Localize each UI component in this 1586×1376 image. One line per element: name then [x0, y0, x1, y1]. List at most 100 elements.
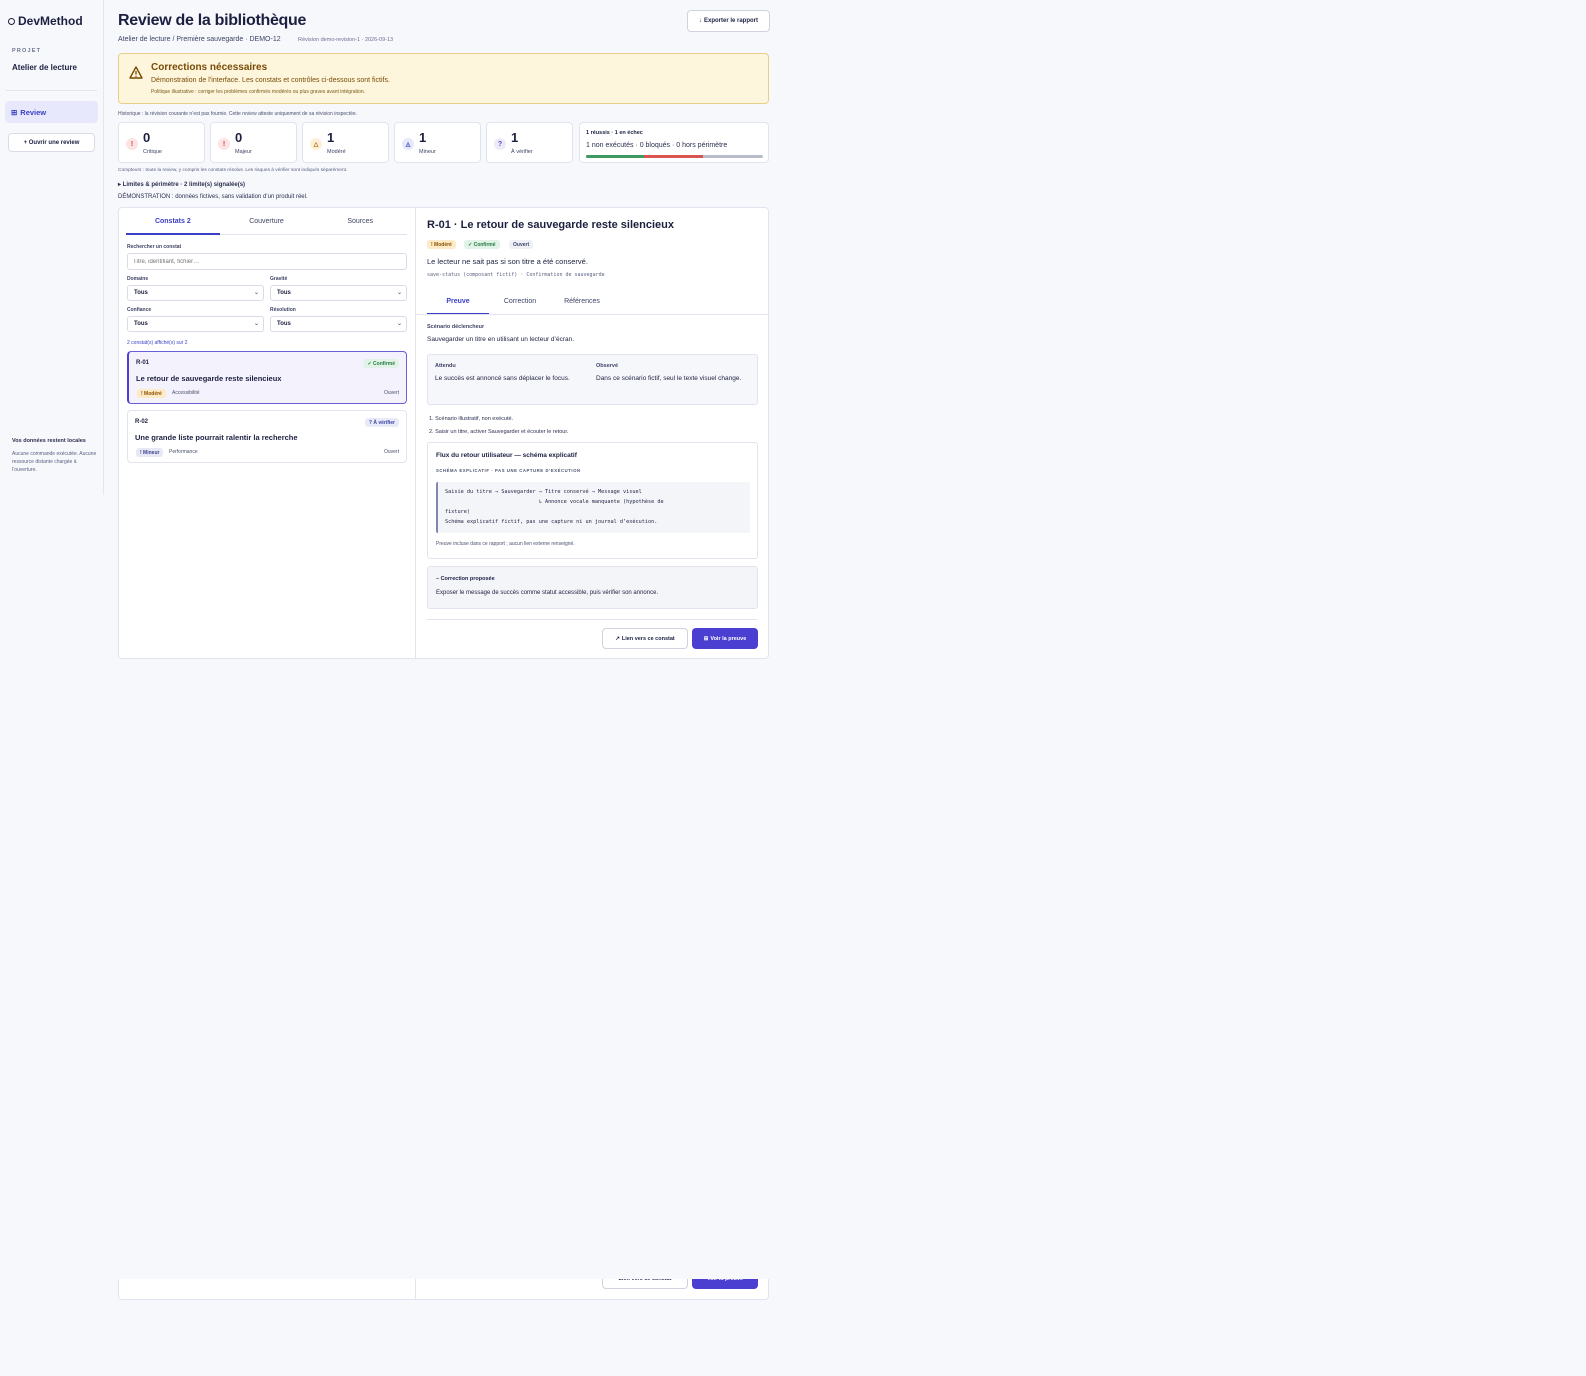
confidence-badge: ✓ Confirmé	[363, 359, 399, 368]
tests-fail-segment	[644, 155, 703, 158]
external-link-icon: ↗	[615, 635, 620, 642]
limits-toggle[interactable]: ▸ Limites & périmètre · 2 limite(s) sign…	[118, 181, 245, 188]
finding-detail-title: R-01 · Le retour de sauvegarde reste sil…	[427, 219, 674, 231]
view-proof-button[interactable]: ⊞ Voir la preuve	[692, 628, 758, 649]
observed-text: Dans ce scénario fictif, seul le texte v…	[596, 375, 742, 382]
chevron-down-icon: ⌄	[253, 321, 259, 327]
view-proof-button-clipped[interactable]: Voir la preuve	[692, 1279, 758, 1289]
moderate-icon: △	[310, 138, 322, 150]
flow-title: Flux du retour utilisateur — schéma expl…	[436, 452, 577, 459]
open-review-button[interactable]: + Ouvrir une review	[8, 133, 95, 152]
expected-observed-box: Attendu Le succès est annoncé sans dépla…	[427, 354, 758, 405]
step-item: 1. Scénario illustratif, non exécuté.	[429, 416, 514, 422]
search-input[interactable]	[127, 253, 407, 270]
question-icon: ?	[494, 138, 506, 150]
tab-correction[interactable]: Correction	[489, 288, 551, 314]
search-label: Rechercher un constat	[127, 244, 182, 250]
counters-note: Compteurs : toute la review, y compris l…	[118, 168, 348, 173]
severity-badge: ! Mineur	[136, 448, 164, 457]
panel-divider	[415, 1279, 416, 1299]
finding-status: Ouvert	[383, 390, 399, 396]
list-tabs: Constats 2 Couverture Sources	[126, 208, 407, 235]
alert-title: Corrections nécessaires	[151, 62, 268, 73]
stat-label: Modéré	[327, 149, 346, 155]
observed-label: Observé	[596, 363, 619, 369]
link-to-finding-button-clipped[interactable]: Lien vers ce constat	[602, 1279, 688, 1289]
finding-card-r02[interactable]: R-02 ? À vérifier Une grande liste pourr…	[127, 410, 407, 463]
severity-badge: ! Modéré	[427, 240, 456, 249]
tab-constats[interactable]: Constats 2	[126, 208, 220, 235]
logo-ring-icon	[8, 17, 15, 25]
filter-domaine-select[interactable]: Tous ⌄	[127, 285, 264, 301]
local-data-title: Vos données restent locales	[12, 438, 86, 444]
demo-note: DÉMONSTRATION : données fictives, sans v…	[118, 194, 308, 200]
sidebar-item-label: Review	[20, 107, 47, 117]
major-icon: !	[218, 138, 230, 150]
component-reference: save-status (composant fictif) · Confirm…	[427, 272, 605, 278]
tab-sources[interactable]: Sources	[313, 208, 407, 234]
sidebar-item-review[interactable]: ⊞ Review	[5, 101, 98, 123]
filter-label-gravite: Gravité	[270, 276, 288, 282]
finding-title: Une grande liste pourrait ralentir la re…	[135, 433, 298, 442]
review-panel: Constats 2 Couverture Sources Rechercher…	[118, 207, 769, 659]
chevron-down-icon: ⌄	[396, 321, 402, 327]
select-value: Tous	[277, 290, 291, 296]
project-label: PROJET	[12, 48, 42, 54]
app-name: DevMethod	[18, 14, 83, 28]
finding-card-r01[interactable]: R-01 ✓ Confirmé Le retour de sauvegarde …	[127, 351, 407, 404]
filter-resolution-select[interactable]: Tous ⌄	[270, 316, 407, 332]
filter-label-resolution: Résolution	[270, 307, 296, 313]
fix-text: Exposer le message de succès comme statu…	[436, 590, 659, 596]
finding-category: Accessibilité	[172, 390, 200, 396]
results-count: 2 constat(s) affiché(s) sur 2	[127, 340, 188, 346]
flow-code: Saisie du titre → Sauvegarder → Titre co…	[436, 482, 750, 533]
panel-divider	[415, 208, 416, 658]
flow-diagram-box: Flux du retour utilisateur — schéma expl…	[427, 442, 758, 559]
expected-text: Le succès est annoncé sans déplacer le f…	[435, 375, 570, 382]
page-title: Review de la bibliothèque	[118, 12, 307, 29]
tabs-underline	[416, 314, 768, 315]
detail-tabs: Preuve Correction Références	[427, 288, 613, 315]
sidebar-divider	[6, 90, 97, 91]
grid-icon: ⊞	[11, 107, 18, 117]
tests-title: 1 réussis · 1 en échec	[586, 130, 643, 136]
critical-icon: !	[126, 138, 138, 150]
tab-references[interactable]: Références	[551, 288, 613, 314]
breadcrumb: Atelier de lecture / Première sauvegarde…	[118, 36, 281, 43]
stat-value: 0	[235, 130, 243, 145]
step-item: 2. Saisir un titre, activer Sauvegarder …	[429, 429, 569, 435]
tab-couverture[interactable]: Couverture	[220, 208, 314, 234]
download-icon: ↓	[698, 18, 702, 24]
export-report-button[interactable]: ↓ Exporter le rapport	[687, 10, 770, 32]
severity-badge: ! Modéré	[137, 389, 166, 398]
expected-label: Attendu	[435, 363, 456, 369]
confidence-badge: ✓ Confirmé	[464, 240, 500, 249]
link-to-finding-button[interactable]: ↗ Lien vers ce constat	[602, 628, 688, 649]
app-logo[interactable]: DevMethod	[8, 14, 83, 28]
grid-icon: ⊞	[703, 635, 709, 642]
fix-title[interactable]: – Correction proposée	[436, 576, 495, 582]
stat-a-verifier: ? 1 À vérifier	[486, 122, 573, 163]
reproduction-steps: 1. Scénario illustratif, non exécuté. 2.…	[429, 413, 568, 439]
tests-pass-segment	[586, 155, 645, 158]
filter-gravite-select[interactable]: Tous ⌄	[270, 285, 407, 301]
select-value: Tous	[134, 290, 148, 296]
select-value: Tous	[277, 321, 291, 327]
button-label: Lien vers ce constat	[621, 635, 675, 642]
local-data-text: Aucune commande exécutée. Aucune ressour…	[12, 451, 97, 473]
minor-icon: ◬	[402, 138, 414, 150]
warning-icon	[129, 66, 143, 79]
chevron-down-icon: ⌄	[253, 290, 259, 296]
history-note: Historique : la révision courante n’est …	[118, 111, 358, 117]
stat-value: 1	[327, 130, 335, 145]
stat-label: Majeur	[235, 149, 252, 155]
confidence-badge: ? À vérifier	[364, 418, 399, 427]
filter-confiance-select[interactable]: Tous ⌄	[127, 316, 264, 332]
stat-value: 0	[143, 130, 151, 145]
alert-text: Démonstration de l’interface. Les consta…	[151, 77, 390, 84]
revision-info: Révision demo-revision-1 · 2026-09-13	[298, 37, 394, 43]
tab-preuve[interactable]: Preuve	[427, 288, 489, 315]
footer-divider	[427, 619, 757, 620]
finding-summary: Le lecteur ne sait pas si son titre a ét…	[427, 257, 588, 266]
flow-caption: SCHÉMA EXPLICATIF · PAS UNE CAPTURE D’EX…	[436, 468, 581, 473]
